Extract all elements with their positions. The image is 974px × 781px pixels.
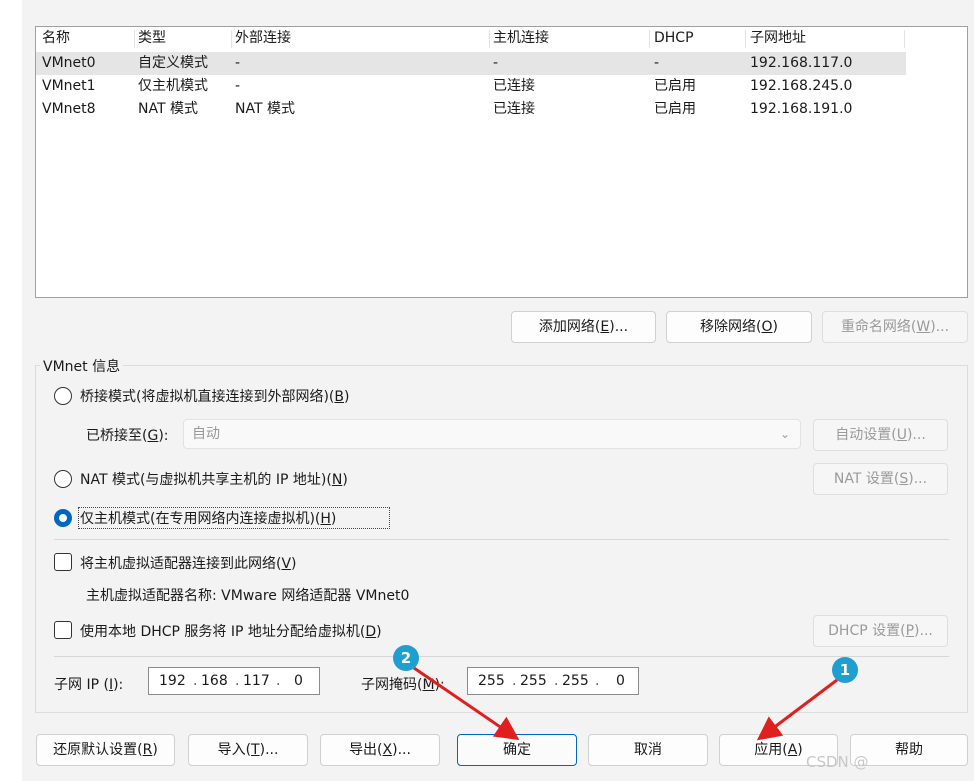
ip-octet: 117 bbox=[243, 673, 270, 689]
table-cell: 自定义模式 bbox=[138, 55, 208, 71]
nat-mode-radio[interactable] bbox=[54, 470, 72, 488]
add-network-button[interactable]: 添加网络(E)... bbox=[511, 311, 656, 343]
nat-settings-button[interactable]: NAT 设置(S)... bbox=[813, 463, 948, 495]
subnet-mask-label: 子网掩码(M): bbox=[361, 677, 445, 693]
cancel-button[interactable]: 取消 bbox=[588, 734, 708, 766]
mask-octet: 255 bbox=[478, 673, 505, 689]
ip-octet: 168 bbox=[201, 673, 228, 689]
header-dhcp[interactable]: DHCP bbox=[654, 27, 746, 50]
table-cell: VMnet1 bbox=[42, 78, 96, 94]
rename-network-button[interactable]: 重命名网络(W)... bbox=[822, 311, 968, 343]
table-cell: - bbox=[235, 55, 241, 71]
table-cell: VMnet8 bbox=[42, 101, 96, 117]
connect-adapter-checkbox[interactable] bbox=[54, 553, 72, 571]
subnet-mask-input[interactable]: 255 . 255 . 255 . 0 bbox=[467, 667, 639, 695]
mask-octet: 255 bbox=[520, 673, 547, 689]
separator bbox=[54, 539, 949, 540]
ok-button[interactable]: 确定 bbox=[457, 734, 577, 766]
ip-octet: 192 bbox=[159, 673, 186, 689]
connect-adapter-label[interactable]: 将主机虚拟适配器连接到此网络(V) bbox=[80, 553, 297, 573]
subnet-ip-input[interactable]: 192 . 168 . 117 . 0 bbox=[148, 667, 320, 695]
dhcp-service-label[interactable]: 使用本地 DHCP 服务将 IP 地址分配给虚拟机(D) bbox=[80, 621, 382, 641]
step-badge-1: 1 bbox=[832, 657, 858, 683]
table-cell: 已连接 bbox=[493, 101, 535, 117]
table-cell: - bbox=[654, 55, 660, 71]
header-type[interactable]: 类型 bbox=[138, 27, 232, 50]
table-row-vmnet1[interactable]: VMnet1 仅主机模式 - 已连接 已启用 192.168.245.0 bbox=[36, 75, 906, 98]
header-name[interactable]: 名称 bbox=[42, 27, 134, 50]
chevron-down-icon: ⌄ bbox=[779, 427, 790, 441]
table-cell: 已启用 bbox=[654, 101, 696, 117]
adapter-name-text: 主机虚拟适配器名称: VMware 网络适配器 VMnet0 bbox=[86, 588, 410, 604]
mask-octet: 0 bbox=[616, 673, 625, 689]
table-cell: NAT 模式 bbox=[138, 101, 198, 117]
header-divider bbox=[904, 30, 905, 48]
watermark: CSDN @ bbox=[806, 753, 869, 771]
dhcp-service-checkbox[interactable] bbox=[54, 621, 72, 639]
bridged-mode-radio[interactable] bbox=[54, 387, 72, 405]
import-button[interactable]: 导入(T)... bbox=[188, 734, 308, 766]
table-cell: - bbox=[493, 55, 499, 71]
table-cell: VMnet0 bbox=[42, 55, 96, 71]
header-divider bbox=[134, 30, 135, 48]
header-external[interactable]: 外部连接 bbox=[235, 27, 490, 50]
table-cell: 已连接 bbox=[493, 78, 535, 94]
host-only-mode-radio[interactable] bbox=[54, 509, 72, 527]
separator bbox=[54, 656, 949, 657]
export-button[interactable]: 导出(X)... bbox=[320, 734, 440, 766]
table-cell: 仅主机模式 bbox=[138, 78, 208, 94]
restore-defaults-button[interactable]: 还原默认设置(R) bbox=[36, 734, 175, 766]
nat-mode-label[interactable]: NAT 模式(与虚拟机共享主机的 IP 地址)(N) bbox=[80, 469, 348, 489]
bridged-mode-label[interactable]: 桥接模式(将虚拟机直接连接到外部网络)(B) bbox=[80, 386, 349, 406]
header-divider bbox=[489, 30, 490, 48]
vmnet-info-title: VMnet 信息 bbox=[40, 356, 124, 376]
remove-network-button[interactable]: 移除网络(O) bbox=[666, 311, 812, 343]
network-table[interactable]: 名称 类型 外部连接 主机连接 DHCP 子网地址 VMnet0 自定义模式 -… bbox=[35, 26, 968, 298]
table-cell: NAT 模式 bbox=[235, 101, 295, 117]
table-header: 名称 类型 外部连接 主机连接 DHCP 子网地址 bbox=[36, 27, 906, 50]
subnet-ip-label: 子网 IP (I): bbox=[54, 677, 124, 693]
table-cell: 已启用 bbox=[654, 78, 696, 94]
dhcp-settings-button[interactable]: DHCP 设置(P)... bbox=[813, 615, 948, 647]
header-divider bbox=[649, 30, 650, 48]
table-row-vmnet8[interactable]: VMnet8 NAT 模式 NAT 模式 已连接 已启用 192.168.191… bbox=[36, 98, 906, 121]
table-cell: 192.168.191.0 bbox=[750, 101, 853, 117]
table-row-vmnet0[interactable]: VMnet0 自定义模式 - - - 192.168.117.0 bbox=[36, 52, 906, 75]
header-divider bbox=[745, 30, 746, 48]
focus-indicator bbox=[78, 507, 390, 529]
bridged-to-label: 已桥接至(G): bbox=[86, 428, 169, 444]
bridged-adapter-select[interactable]: 自动 ⌄ bbox=[183, 419, 801, 449]
header-divider bbox=[231, 30, 232, 48]
auto-settings-button[interactable]: 自动设置(U)... bbox=[813, 419, 948, 451]
ip-octet: 0 bbox=[294, 673, 303, 689]
table-cell: 192.168.117.0 bbox=[750, 55, 853, 71]
step-badge-2: 2 bbox=[393, 645, 419, 671]
mask-octet: 255 bbox=[562, 673, 589, 689]
table-cell: 192.168.245.0 bbox=[750, 78, 853, 94]
table-cell: - bbox=[235, 78, 241, 94]
header-host[interactable]: 主机连接 bbox=[493, 27, 651, 50]
header-subnet[interactable]: 子网地址 bbox=[750, 27, 900, 50]
